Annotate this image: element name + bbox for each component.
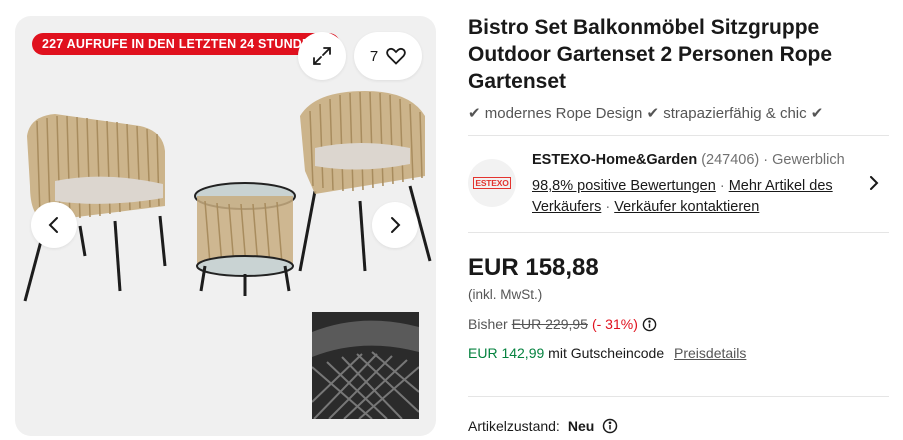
coupon-price: EUR 142,99 xyxy=(468,345,545,361)
tax-note: (inkl. MwSt.) xyxy=(468,287,543,302)
product-subtitle: ✔ modernes Rope Design ✔ strapazierfähig… xyxy=(468,105,824,122)
product-title: Bistro Set Balkonmöbel Sitzgruppe Outdoo… xyxy=(468,16,833,93)
was-price: EUR 229,95 xyxy=(511,316,588,332)
product-image[interactable] xyxy=(15,76,436,306)
seller-links: 98,8% positive Bewertungen · Mehr Artike… xyxy=(532,178,833,215)
condition-label: Artikelzustand: xyxy=(468,418,560,434)
seller-name[interactable]: ESTEXO-Home&Garden xyxy=(532,152,697,168)
coupon-row: EUR 142,99 mit Gutscheincode Preisdetail… xyxy=(468,345,746,361)
seller-info: ESTEXO-Home&Garden (247406) · Gewerblich xyxy=(532,152,845,168)
expand-image-button[interactable] xyxy=(298,32,346,80)
was-label: Bisher xyxy=(468,316,508,332)
contact-seller-link[interactable]: Verkäufer kontaktieren xyxy=(614,199,759,215)
price-details-link[interactable]: Preisdetails xyxy=(674,345,746,361)
info-icon[interactable] xyxy=(642,317,657,332)
previous-image-button[interactable] xyxy=(31,202,77,248)
seller-card[interactable]: ESTEXO ESTEXO-Home&Garden (247406) · Gew… xyxy=(468,150,889,220)
chevron-left-icon xyxy=(48,217,58,233)
views-badge: 227 AUFRUFE IN DEN LETZTEN 24 STUNDEN xyxy=(32,33,340,55)
seller-logo[interactable]: ESTEXO xyxy=(468,159,516,207)
positive-feedback-link[interactable]: 98,8% positive Bewertungen xyxy=(532,178,716,194)
image-gallery: 227 AUFRUFE IN DEN LETZTEN 24 STUNDEN 7 xyxy=(15,16,436,436)
item-condition: Artikelzustand: Neu xyxy=(468,418,618,434)
watch-button[interactable]: 7 xyxy=(354,32,422,80)
info-icon[interactable] xyxy=(602,418,618,434)
condition-value: Neu xyxy=(567,418,595,434)
discount-percent: (- 31%) xyxy=(591,316,638,332)
seller-feedback-count: (247406) xyxy=(701,152,760,168)
previous-price-row: Bisher EUR 229,95 (- 31%) xyxy=(468,316,657,332)
heart-icon xyxy=(386,47,406,65)
seller-logo-text: ESTEXO xyxy=(473,177,511,189)
current-price: EUR 158,88 xyxy=(468,254,599,281)
divider xyxy=(468,396,889,397)
image-thumbnail[interactable] xyxy=(312,312,419,419)
chevron-right-icon xyxy=(391,217,401,233)
expand-icon xyxy=(313,47,331,65)
watch-count: 7 xyxy=(369,47,379,65)
divider xyxy=(468,135,889,136)
coupon-text: mit Gutscheincode xyxy=(548,345,665,361)
next-image-button[interactable] xyxy=(372,202,418,248)
chevron-right-icon[interactable] xyxy=(867,176,881,190)
divider xyxy=(468,232,889,233)
seller-type: · Gewerblich xyxy=(763,152,845,168)
